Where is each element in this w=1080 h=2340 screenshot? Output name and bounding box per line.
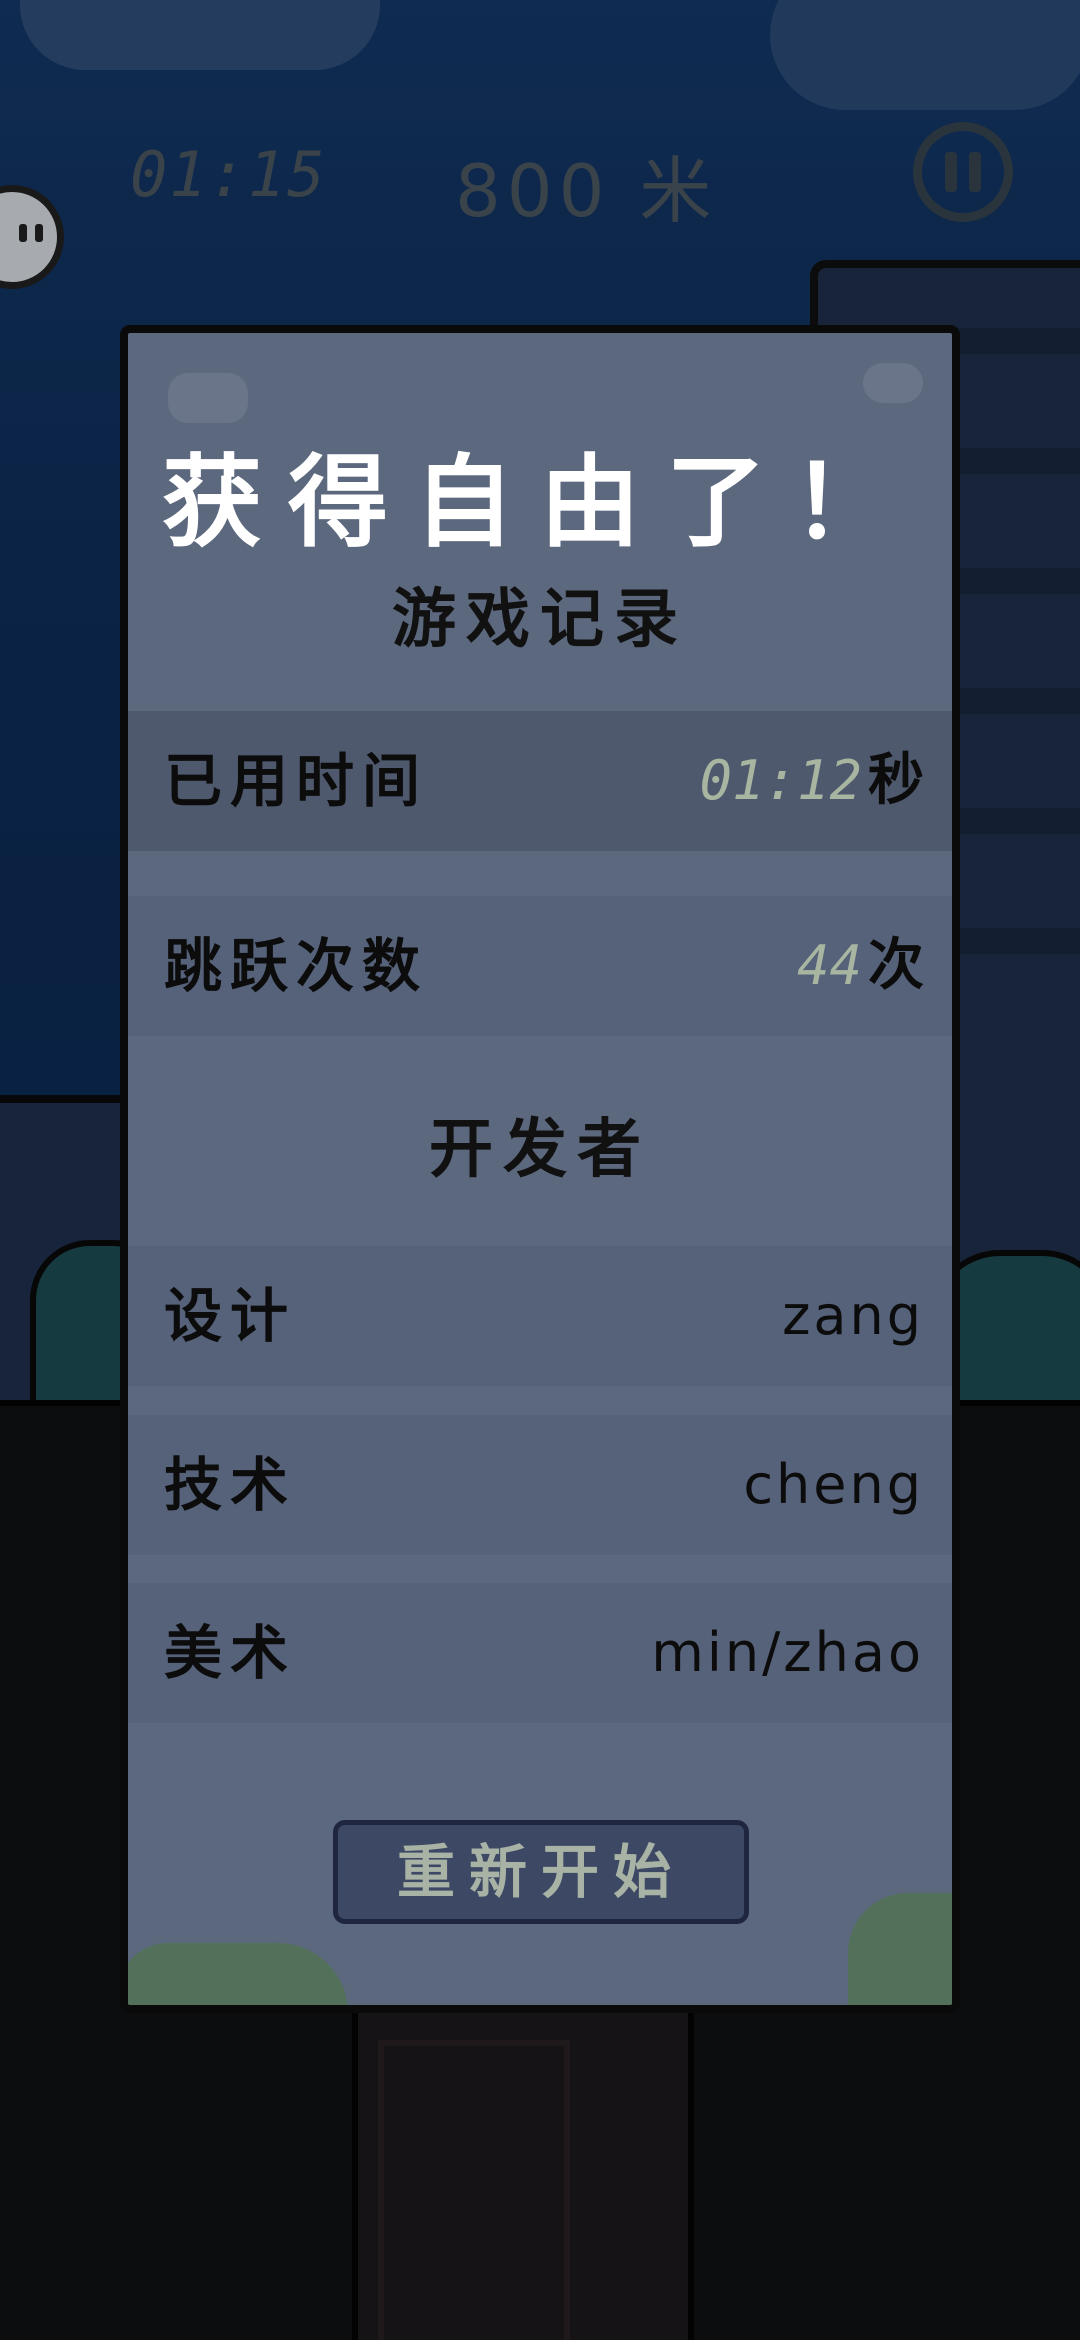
developer-role: 美术 — [164, 1619, 297, 1687]
developer-role: 技术 — [164, 1451, 297, 1519]
panel-title: 获得自由了！ — [162, 444, 918, 561]
result-panel: 获得自由了！ 游戏记录 已用时间 01:12 秒 跳跃次数 44 次 开发者 设计 … — [120, 325, 960, 2013]
developer-row-art: 美术 min/zhao — [128, 1583, 952, 1723]
developer-name: cheng — [743, 1453, 924, 1516]
restart-button[interactable]: 重新开始 — [333, 1820, 749, 1924]
stat-unit: 秒 — [868, 748, 924, 813]
developer-row-tech: 技术 cheng — [128, 1415, 952, 1555]
grass-decoration — [848, 1893, 952, 2005]
stat-value: 01:12 秒 — [699, 711, 924, 852]
stat-row-jumps: 跳跃次数 44 次 — [128, 896, 952, 1036]
developer-heading: 开发者 — [429, 1113, 651, 1187]
stat-label: 跳跃次数 — [164, 932, 429, 1000]
developer-row-design: 设计 zang — [128, 1246, 952, 1386]
stat-label: 已用时间 — [164, 747, 429, 815]
game-screen: 01:15 800 米 获得自由了！ 游戏记录 已用时间 01:12 秒 跳跃次数… — [0, 0, 1080, 2340]
stat-number: 01:12 — [699, 749, 862, 812]
record-heading: 游戏记录 — [392, 583, 688, 657]
developer-role: 设计 — [164, 1282, 297, 1350]
stat-row-time: 已用时间 01:12 秒 — [128, 711, 952, 851]
panel-decoration — [168, 373, 248, 423]
stat-number: 44 — [796, 934, 862, 997]
panel-decoration — [863, 363, 923, 403]
grass-decoration — [128, 1943, 348, 2005]
stat-unit: 次 — [868, 933, 924, 998]
stat-value: 44 次 — [797, 896, 924, 1037]
developer-name: min/zhao — [651, 1621, 924, 1684]
developer-name: zang — [782, 1284, 924, 1347]
